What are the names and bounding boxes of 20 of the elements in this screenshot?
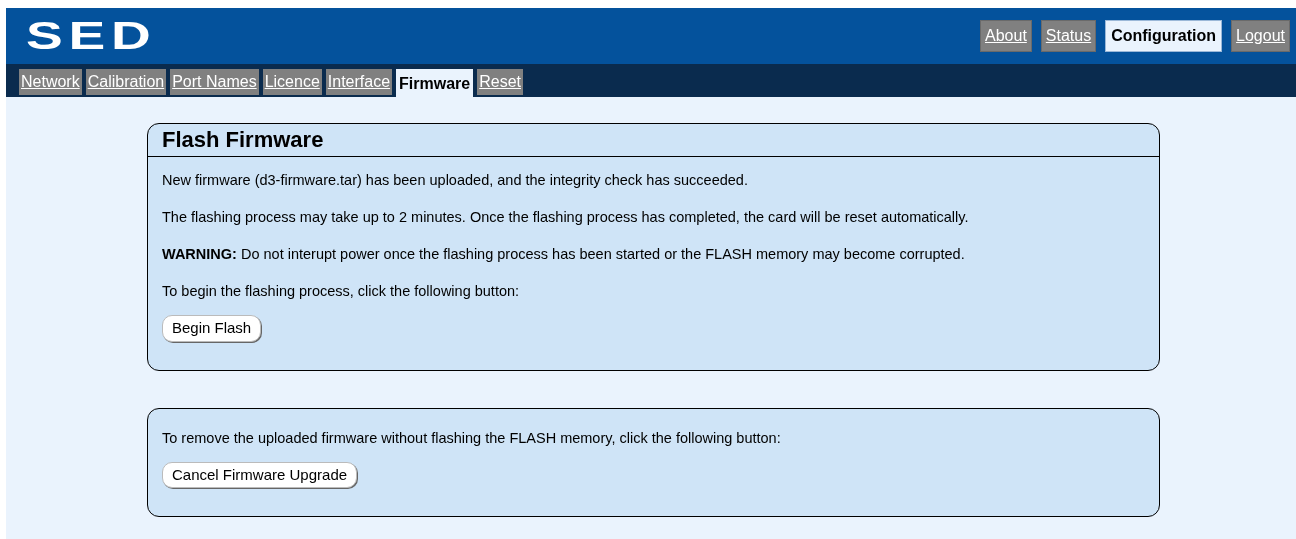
tab[interactable]: Firmware bbox=[396, 69, 474, 97]
tab[interactable]: Reset bbox=[477, 69, 523, 95]
paragraph: To begin the flashing process, click the following button: bbox=[162, 282, 521, 300]
paragraph: To remove the uploaded firmware without flashing the FLASH memory, click the following button: bbox=[162, 428, 782, 447]
tab[interactable]: Port Names bbox=[170, 69, 259, 95]
paragraph: New firmware (d3-firmware.tar) has been uploaded, and the integrity check has succeeded. bbox=[162, 171, 749, 189]
nav-link[interactable]: Logout bbox=[1231, 20, 1290, 52]
nav-link[interactable]: Configuration bbox=[1105, 20, 1223, 52]
tab[interactable]: Network bbox=[19, 69, 82, 95]
logo: SED bbox=[26, 17, 157, 55]
tab[interactable]: Calibration bbox=[85, 69, 167, 95]
nav-link[interactable]: About bbox=[980, 20, 1032, 52]
tab[interactable]: Licence bbox=[262, 69, 322, 95]
action-button[interactable]: Begin Flash bbox=[162, 315, 262, 342]
paragraph: WARNING: Do not interupt power once the flashing process has been started or the FLASH memory may become corrupted. bbox=[162, 245, 966, 263]
panel-title: Flash Firmware bbox=[148, 124, 1159, 157]
action-button[interactable]: Cancel Firmware Upgrade bbox=[162, 461, 358, 488]
tab[interactable]: Interface bbox=[325, 69, 393, 95]
paragraph: The flashing process may take up to 2 minutes. Once the flashing process has completed, the card will be reset automatically. bbox=[162, 208, 970, 226]
nav-link[interactable]: Status bbox=[1040, 20, 1097, 52]
